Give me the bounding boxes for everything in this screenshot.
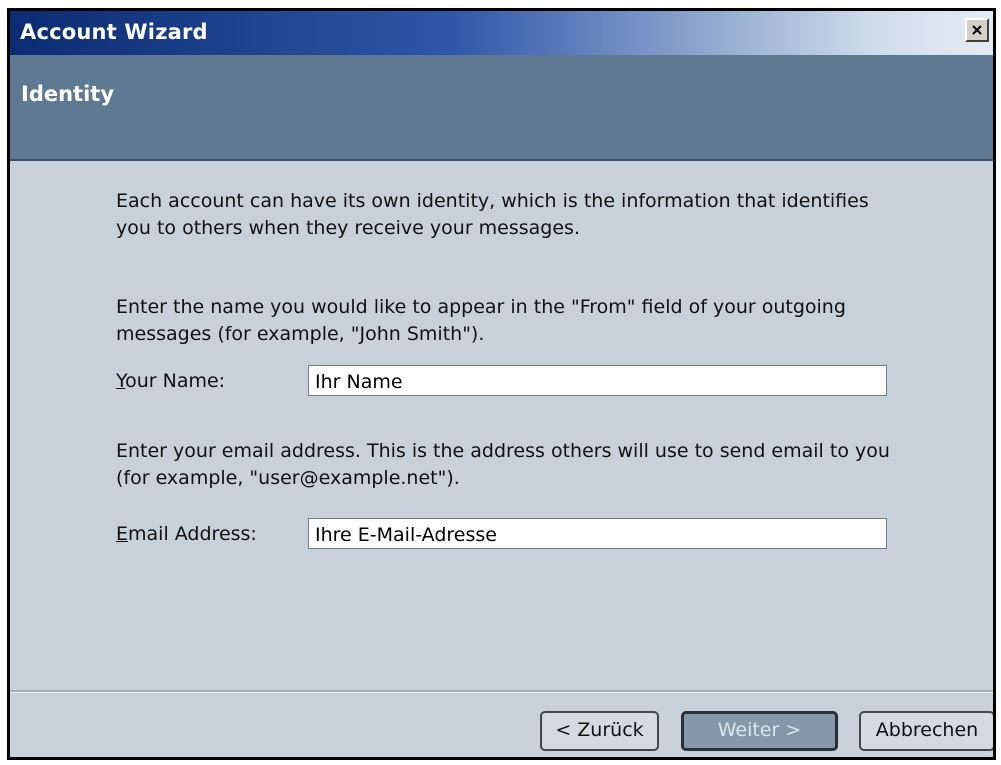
page-title: Identity — [21, 82, 115, 106]
your-name-value: Ihr Name — [315, 371, 403, 393]
intro-text: Each account can have its own identity, … — [116, 190, 869, 239]
header-divider — [10, 159, 993, 161]
your-name-input[interactable]: Ihr Name — [308, 365, 887, 396]
window-title: Account Wizard — [20, 20, 208, 44]
next-button[interactable]: Weiter > — [681, 711, 838, 751]
email-address-label: Email Address: — [116, 523, 257, 545]
page-header: Identity — [10, 55, 993, 159]
cancel-button[interactable]: Abbrechen — [859, 711, 993, 751]
account-wizard-window: Account Wizard Identity Each account can… — [7, 8, 996, 760]
your-name-accesskey: Y — [116, 370, 126, 392]
your-name-label-text: our Name: — [125, 370, 226, 392]
email-address-label-text: mail Address: — [128, 523, 257, 545]
email-address-accesskey: E — [116, 523, 129, 545]
email-address-input[interactable]: Ihre E-Mail-Adresse — [308, 518, 887, 549]
close-icon — [972, 25, 982, 35]
footer-separator — [10, 690, 993, 693]
name-instructions: Enter the name you would like to appear … — [116, 296, 846, 345]
email-instructions: Enter your email address. This is the ad… — [116, 440, 890, 489]
close-button[interactable] — [965, 18, 989, 42]
back-button[interactable]: < Zurück — [540, 711, 659, 751]
your-name-label: Your Name: — [116, 370, 225, 392]
email-address-value: Ihre E-Mail-Adresse — [315, 524, 497, 546]
title-bar[interactable]: Account Wizard — [10, 11, 993, 55]
